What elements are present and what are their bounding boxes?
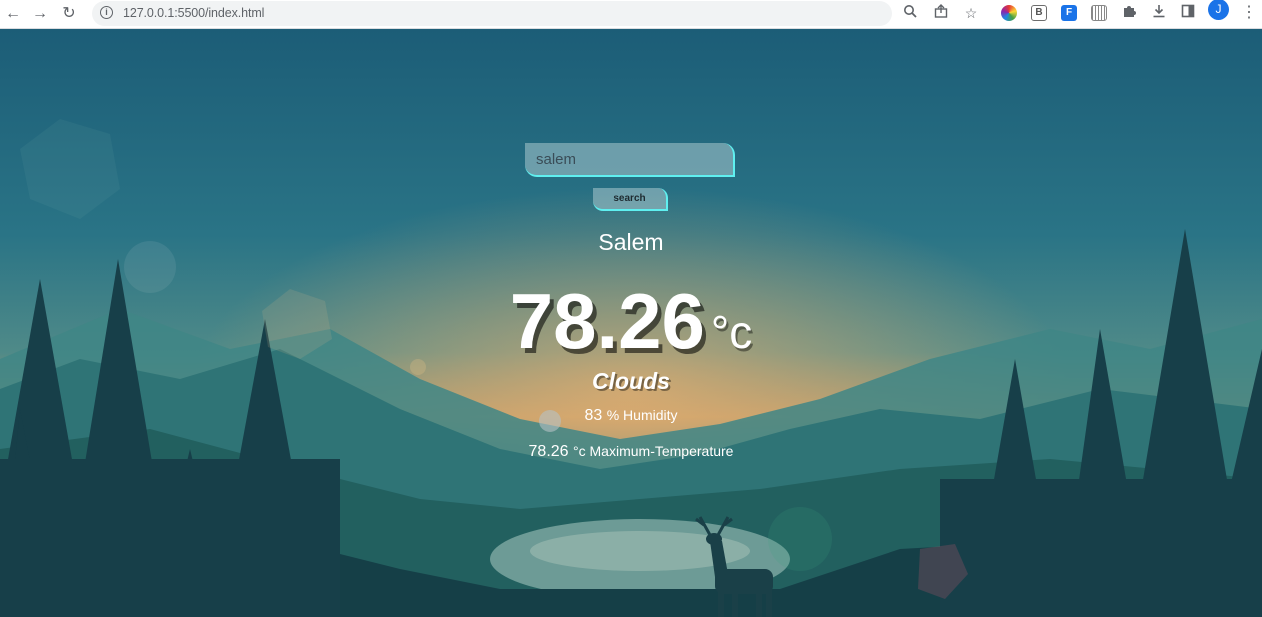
share-icon[interactable] xyxy=(930,2,952,24)
address-bar[interactable]: i 127.0.0.1:5500/index.html xyxy=(92,1,892,26)
search-button[interactable]: search xyxy=(593,188,668,211)
temperature-unit: °c xyxy=(710,306,753,358)
grid-extension-icon[interactable] xyxy=(1091,5,1107,21)
bookmark-star-icon[interactable]: ☆ xyxy=(960,2,982,24)
weather-condition: Clouds xyxy=(592,368,670,394)
bold-extension-icon[interactable]: B xyxy=(1031,5,1047,21)
download-icon[interactable] xyxy=(1148,2,1170,24)
extensions-puzzle-icon[interactable] xyxy=(1118,2,1140,24)
city-name: Salem xyxy=(598,229,664,255)
menu-kebab-icon[interactable]: ⋮ xyxy=(1238,2,1260,24)
f-extension-icon[interactable]: F xyxy=(1061,5,1077,21)
site-info-icon[interactable]: i xyxy=(100,6,113,19)
city-search-input[interactable] xyxy=(525,143,735,177)
temperature-value: 78.26 xyxy=(509,277,705,365)
side-panel-icon[interactable] xyxy=(1177,2,1199,24)
zoom-icon[interactable] xyxy=(899,2,921,24)
humidity-row: 83 % Humidity xyxy=(0,407,1262,425)
browser-toolbar: ← → ↻ i 127.0.0.1:5500/index.html ☆ B F … xyxy=(0,0,1262,29)
profile-avatar[interactable]: J xyxy=(1208,0,1229,20)
url-text[interactable]: 127.0.0.1:5500/index.html xyxy=(123,6,264,20)
color-picker-extension-icon[interactable] xyxy=(1001,5,1017,21)
back-icon[interactable]: ← xyxy=(2,3,24,25)
max-temperature-label: °c Maximum-Temperature xyxy=(573,443,734,459)
temperature-display: 78.26 °c xyxy=(0,276,1262,367)
humidity-value: 83 xyxy=(584,407,603,424)
max-temperature-row: 78.26 °c Maximum-Temperature xyxy=(0,443,1262,461)
humidity-label: % Humidity xyxy=(606,407,678,423)
forward-icon[interactable]: → xyxy=(29,3,51,25)
reload-icon[interactable]: ↻ xyxy=(58,3,80,25)
max-temperature-value: 78.26 xyxy=(528,443,569,460)
